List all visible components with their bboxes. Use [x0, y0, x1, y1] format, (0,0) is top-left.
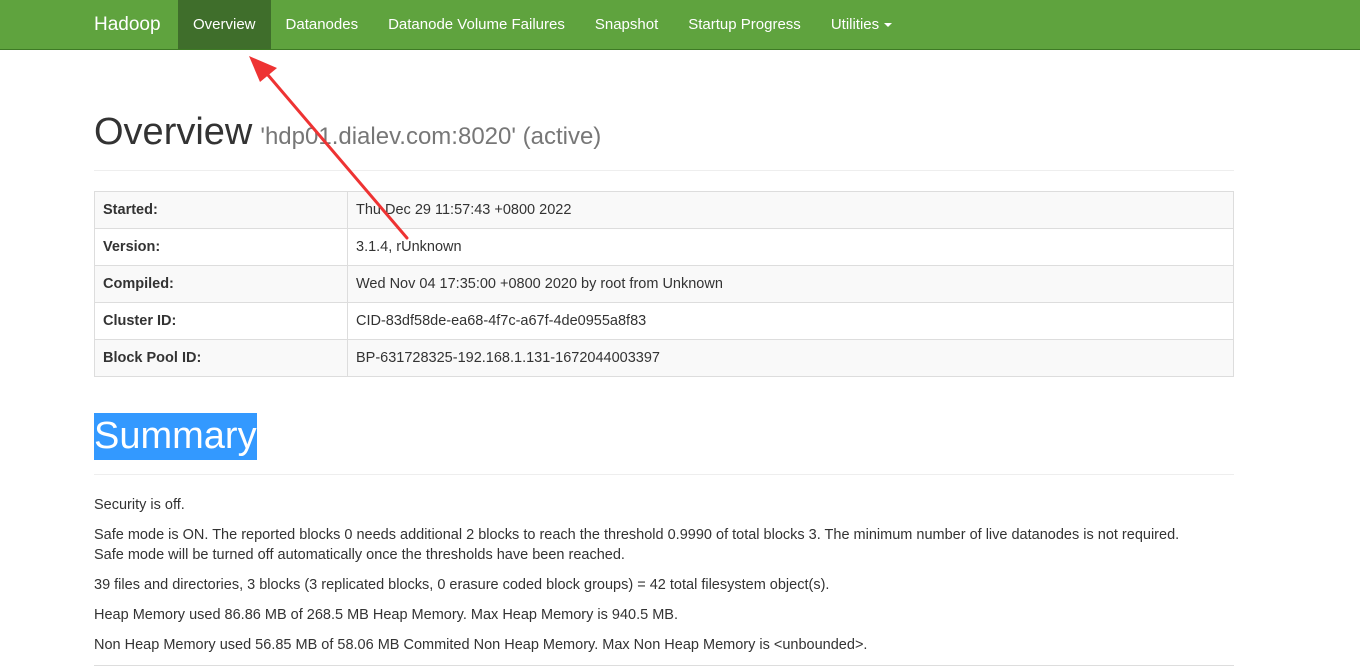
nav-utilities-label: Utilities	[830, 16, 880, 33]
summary-title: Summary	[94, 413, 257, 460]
row-value-block-pool-id: BP-631728325-192.168.1.131-1672044003397	[347, 339, 1234, 377]
summary-header: Summary	[94, 413, 1234, 475]
table-row: Compiled: Wed Nov 04 17:35:00 +0800 2020…	[94, 265, 1234, 303]
nav-overview[interactable]: Overview	[178, 0, 271, 49]
overview-table: Started: Thu Dec 29 11:57:43 +0800 2022 …	[94, 191, 1234, 377]
divider	[94, 665, 1234, 666]
table-row: Cluster ID: CID-83df58de-ea68-4f7c-a67f-…	[94, 302, 1234, 340]
row-value-started: Thu Dec 29 11:57:43 +0800 2022	[347, 191, 1234, 229]
safe-mode-status: Safe mode is ON. The reported blocks 0 n…	[94, 525, 1234, 565]
non-heap-memory: Non Heap Memory used 56.85 MB of 58.06 M…	[94, 637, 868, 653]
row-label-cluster-id: Cluster ID:	[94, 302, 348, 340]
safe-mode-line-1: Safe mode is ON. The reported blocks 0 n…	[94, 527, 1180, 543]
safe-mode-line-2: Safe mode will be turned off automatical…	[94, 547, 625, 563]
brand-link[interactable]: Hadoop	[94, 0, 161, 50]
top-navbar: Hadoop Overview Datanodes Datanode Volum…	[0, 0, 1360, 50]
security-status: Security is off.	[94, 497, 185, 513]
nav-utilities[interactable]: Utilities	[816, 0, 907, 49]
table-row: Block Pool ID: BP-631728325-192.168.1.13…	[94, 339, 1234, 377]
caret-down-icon	[884, 23, 893, 28]
row-label-version: Version:	[94, 228, 348, 266]
main-nav: Overview Datanodes Datanode Volume Failu…	[178, 0, 907, 49]
overview-header: Overview 'hdp01.dialev.com:8020' (active)	[94, 112, 1234, 171]
nav-startup-progress[interactable]: Startup Progress	[673, 0, 816, 49]
nav-datanode-volume-failures[interactable]: Datanode Volume Failures	[373, 0, 580, 49]
page-title: Overview 'hdp01.dialev.com:8020' (active)	[94, 112, 601, 157]
heap-memory: Heap Memory used 86.86 MB of 268.5 MB He…	[94, 607, 679, 623]
nav-datanodes[interactable]: Datanodes	[271, 0, 374, 49]
overview-title: Overview	[94, 111, 253, 153]
row-label-started: Started:	[94, 191, 348, 229]
filesystem-objects: 39 files and directories, 3 blocks (3 re…	[94, 577, 830, 593]
row-value-cluster-id: CID-83df58de-ea68-4f7c-a67f-4de0955a8f83	[347, 302, 1234, 340]
table-row: Started: Thu Dec 29 11:57:43 +0800 2022	[94, 191, 1234, 229]
row-label-compiled: Compiled:	[94, 265, 348, 303]
row-value-compiled: Wed Nov 04 17:35:00 +0800 2020 by root f…	[347, 265, 1234, 303]
main-content: Overview 'hdp01.dialev.com:8020' (active)…	[94, 50, 1234, 666]
row-value-version: 3.1.4, rUnknown	[347, 228, 1234, 266]
row-label-block-pool-id: Block Pool ID:	[94, 339, 348, 377]
namenode-address: 'hdp01.dialev.com:8020' (active)	[260, 123, 602, 150]
table-row: Version: 3.1.4, rUnknown	[94, 228, 1234, 266]
nav-snapshot[interactable]: Snapshot	[580, 0, 673, 49]
summary-body: Security is off. Safe mode is ON. The re…	[94, 495, 1234, 655]
